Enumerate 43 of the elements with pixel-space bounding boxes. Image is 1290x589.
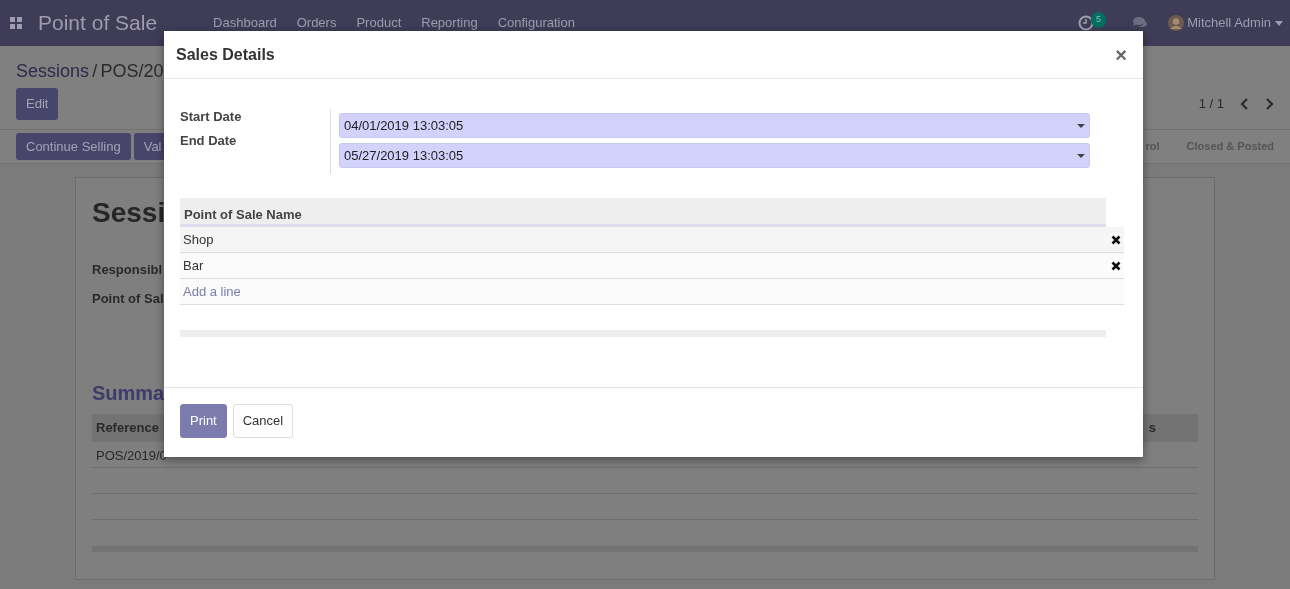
dialog-title: Sales Details [176,44,275,65]
menu-item[interactable]: Reporting [421,13,478,33]
clock-icon[interactable] [1078,15,1095,31]
app-title: Point of Sale [38,10,158,37]
menu-item[interactable]: Product [356,13,402,33]
menu-item[interactable]: Orders [296,13,337,33]
edit-button[interactable]: Edit [16,88,59,120]
delete-icon[interactable] [1111,260,1121,271]
dropdown-caret-icon [1077,123,1085,128]
caret-icon[interactable] [1275,20,1283,26]
column-header: Point of Sale Name [180,198,1106,227]
date-field[interactable]: 04/01/2019 13:03:05 [339,113,1090,138]
avatar-icon[interactable] [1168,15,1185,31]
apps-menu-icon[interactable] [10,17,22,29]
breadcrumb-link[interactable]: Sessions [16,58,90,85]
field-label: Start Date [180,108,243,126]
menu-item[interactable]: Dashboard [213,13,277,33]
column-header: Reference [96,419,159,438]
section-title: Summa [92,381,165,406]
chevron-right-icon[interactable] [1265,98,1274,110]
table-cell-text: Shop [183,230,214,249]
pager-text: 1 / 1 [1198,95,1224,114]
chevron-left-icon[interactable] [1240,98,1249,110]
status-button[interactable]: Continue Selling [16,132,131,161]
close-button[interactable]: × [1111,44,1131,65]
print-button[interactable]: Print [180,404,227,438]
field-label: Responsibl [92,261,163,279]
breadcrumb-current: POS/20 [100,60,164,83]
record-title: Sessi [92,196,166,230]
cancel-button[interactable]: Cancel [232,404,294,438]
add-line-link[interactable]: Add a line [183,281,241,302]
breadcrumb-separator: / [92,60,98,83]
menu-item[interactable]: Configuration [497,13,575,33]
table-cell: POS/2019/0 [96,448,167,463]
field-label: Point of Sal [92,289,164,308]
dropdown-caret-icon [1077,153,1085,158]
date-field[interactable]: 05/27/2019 13:03:05 [339,143,1090,168]
table-cell-text: Bar [183,256,204,275]
chat-icon[interactable] [1132,16,1149,30]
column-header: s [1148,419,1156,438]
delete-icon[interactable] [1111,234,1121,245]
user-name[interactable]: Mitchell Admin [1187,13,1271,33]
field-label: End Date [180,132,238,150]
